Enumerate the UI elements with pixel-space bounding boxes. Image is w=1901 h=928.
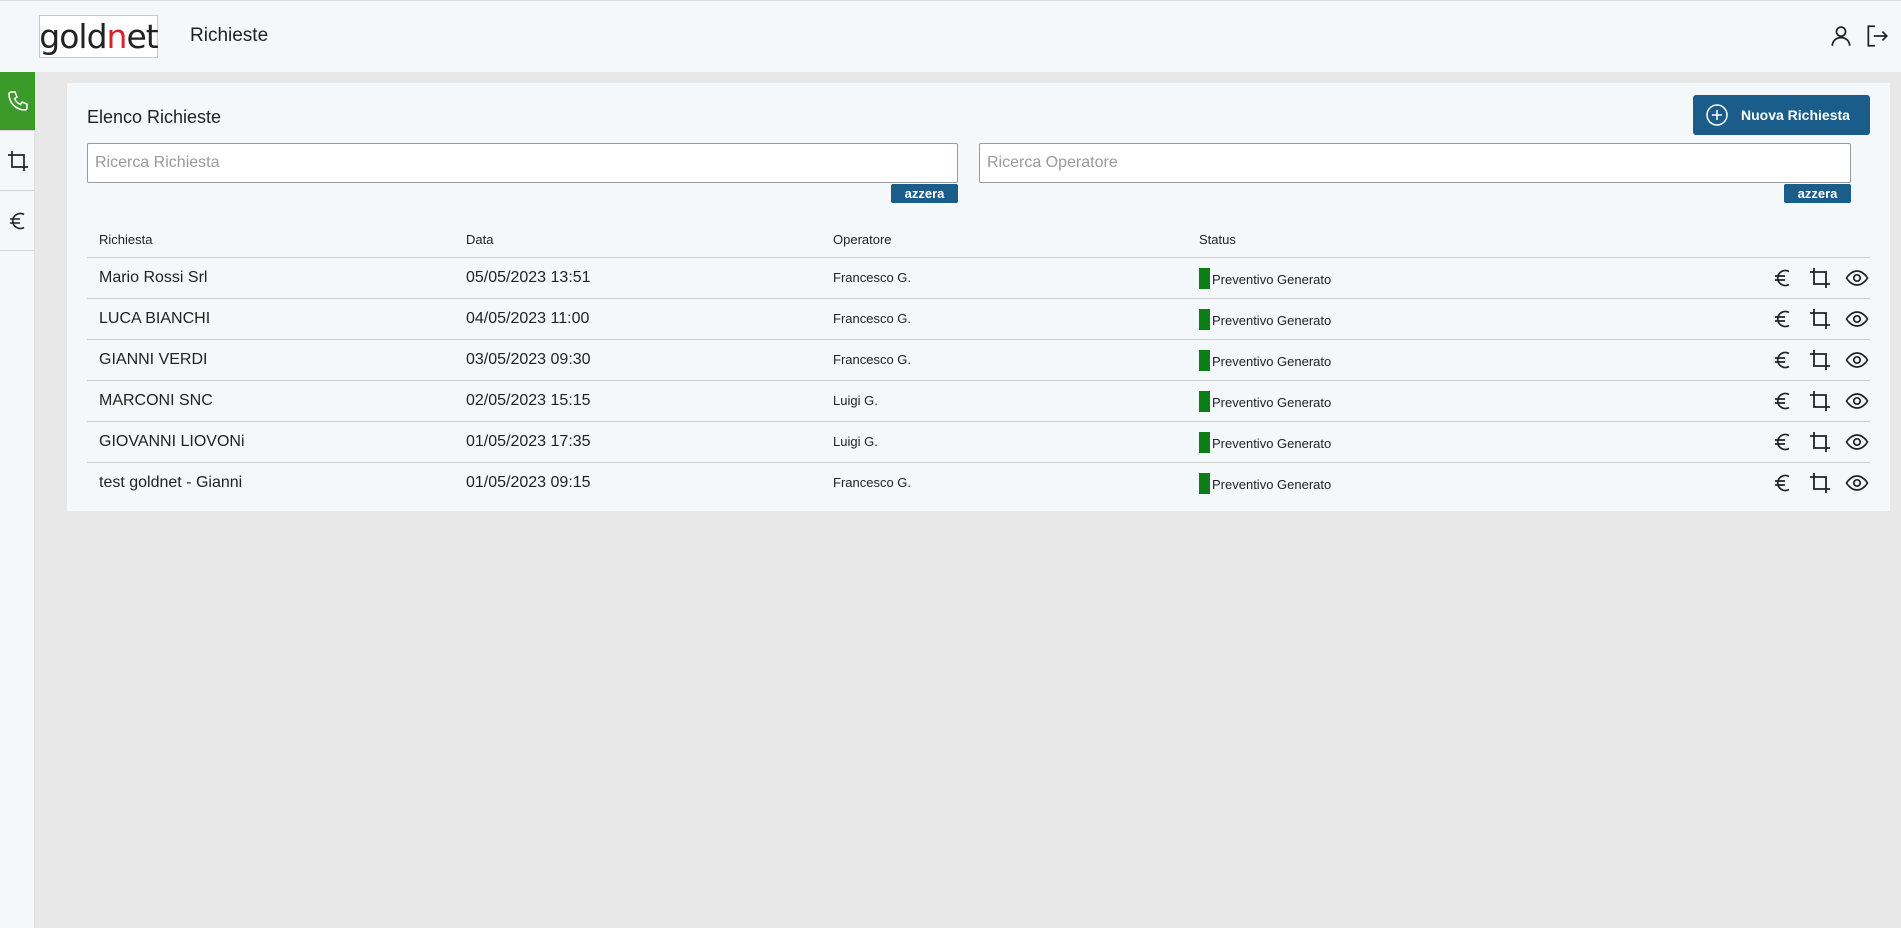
table-row-6[interactable]: test goldnet - Gianni 01/05/2023 09:15 F… [87, 463, 1870, 504]
status-indicator [1199, 391, 1210, 412]
eye-icon[interactable] [1844, 347, 1870, 373]
status-label: Preventivo Generato [1212, 271, 1332, 287]
cell-operatore: Francesco G. [833, 352, 912, 367]
row-actions [1770, 388, 1870, 414]
cell-status: Preventivo Generato [1199, 432, 1332, 455]
search-request-input[interactable] [87, 143, 958, 183]
page-title: Richieste [190, 25, 269, 46]
cell-data: 03/05/2023 09:30 [466, 351, 591, 368]
row-actions [1770, 429, 1870, 455]
sidebar-item-phone[interactable] [0, 72, 35, 131]
logo-text-end: et [126, 17, 158, 56]
column-header-richiesta[interactable]: Richiesta [99, 232, 152, 247]
crop-icon[interactable] [1807, 470, 1833, 496]
euro-icon[interactable] [1770, 306, 1796, 332]
cell-operatore: Francesco G. [833, 270, 912, 285]
cell-status: Preventivo Generato [1199, 309, 1332, 332]
status-label: Preventivo Generato [1212, 312, 1332, 328]
eye-icon[interactable] [1844, 388, 1870, 414]
logo-text: gold [39, 17, 107, 56]
row-actions [1770, 306, 1870, 332]
table-row-4[interactable]: MARCONI SNC 02/05/2023 15:15 Luigi G. Pr… [87, 381, 1870, 422]
euro-icon[interactable] [1770, 265, 1796, 291]
requests-card: Elenco Richieste Nuova Richiesta azzera … [67, 83, 1890, 511]
cell-richiesta[interactable]: LUCA BIANCHI [99, 310, 210, 328]
crop-icon[interactable] [1807, 429, 1833, 455]
eye-icon[interactable] [1844, 265, 1870, 291]
row-actions [1770, 265, 1870, 291]
sidebar [0, 72, 35, 928]
cell-status: Preventivo Generato [1199, 268, 1332, 291]
euro-icon[interactable] [1770, 347, 1796, 373]
cell-data: 04/05/2023 11:00 [466, 310, 590, 327]
row-actions [1770, 470, 1870, 496]
status-indicator [1199, 268, 1210, 289]
card-title: Elenco Richieste [87, 107, 222, 127]
status-indicator [1199, 350, 1210, 371]
status-label: Preventivo Generato [1212, 435, 1332, 451]
table-row-1[interactable]: Mario Rossi Srl 05/05/2023 13:51 Frances… [87, 258, 1870, 299]
plus-circle-icon [1706, 104, 1728, 126]
new-request-label: Nuova Richiesta [1741, 107, 1850, 123]
column-header-data[interactable]: Data [466, 232, 493, 247]
cell-data: 01/05/2023 17:35 [466, 433, 591, 450]
cell-richiesta[interactable]: test goldnet - Gianni [99, 474, 242, 492]
euro-icon[interactable] [1770, 470, 1796, 496]
table-row-2[interactable]: LUCA BIANCHI 04/05/2023 11:00 Francesco … [87, 299, 1870, 340]
cell-richiesta[interactable]: MARCONI SNC [99, 392, 213, 410]
sidebar-item-euro[interactable] [0, 192, 35, 251]
cell-operatore: Luigi G. [833, 393, 878, 408]
user-icon[interactable] [1828, 23, 1854, 49]
cell-data: 05/05/2023 13:51 [466, 269, 591, 286]
cell-operatore: Luigi G. [833, 434, 878, 449]
new-request-button[interactable]: Nuova Richiesta [1693, 95, 1870, 135]
reset-operator-search-button[interactable]: azzera [1784, 184, 1851, 203]
status-indicator [1199, 432, 1210, 453]
cell-status: Preventivo Generato [1199, 473, 1332, 496]
crop-icon[interactable] [1807, 347, 1833, 373]
eye-icon[interactable] [1844, 470, 1870, 496]
eye-icon[interactable] [1844, 306, 1870, 332]
crop-icon[interactable] [1807, 265, 1833, 291]
cell-richiesta[interactable]: GIOVANNI LIOVONi [99, 433, 245, 451]
sidebar-item-crop[interactable] [0, 132, 35, 191]
phone-icon [7, 91, 28, 111]
goldnet-logo[interactable]: gold n et [39, 15, 159, 58]
column-header-operatore[interactable]: Operatore [833, 232, 892, 247]
crop-icon[interactable] [1807, 306, 1833, 332]
status-label: Preventivo Generato [1212, 476, 1332, 492]
crop-icon[interactable] [1807, 388, 1833, 414]
eye-icon[interactable] [1844, 429, 1870, 455]
euro-icon[interactable] [1770, 429, 1796, 455]
table-header: Richiesta Data Operatore Status [87, 217, 1870, 258]
cell-operatore: Francesco G. [833, 475, 912, 490]
reset-request-search-button[interactable]: azzera [891, 184, 958, 203]
status-indicator [1199, 473, 1210, 494]
logo-text-accent: n [106, 17, 128, 56]
cell-operatore: Francesco G. [833, 311, 912, 326]
top-bar: gold n et Richieste [0, 0, 1901, 72]
row-actions [1770, 347, 1870, 373]
column-header-status[interactable]: Status [1199, 232, 1236, 247]
cell-status: Preventivo Generato [1199, 391, 1332, 414]
euro-icon[interactable] [1770, 388, 1796, 414]
crop-icon [7, 151, 28, 171]
euro-icon [9, 212, 24, 230]
table-row-5[interactable]: GIOVANNI LIOVONi 01/05/2023 17:35 Luigi … [87, 422, 1870, 463]
cell-data: 02/05/2023 15:15 [466, 392, 591, 409]
cell-richiesta[interactable]: Mario Rossi Srl [99, 269, 207, 287]
cell-status: Preventivo Generato [1199, 350, 1332, 373]
status-label: Preventivo Generato [1212, 394, 1332, 410]
status-indicator [1199, 309, 1210, 330]
cell-data: 01/05/2023 09:15 [466, 474, 591, 491]
status-label: Preventivo Generato [1212, 353, 1332, 369]
cell-richiesta[interactable]: GIANNI VERDI [99, 351, 207, 369]
logout-icon[interactable] [1864, 23, 1890, 49]
search-operator-input[interactable] [979, 143, 1851, 183]
table-row-3[interactable]: GIANNI VERDI 03/05/2023 09:30 Francesco … [87, 340, 1870, 381]
requests-table: Richiesta Data Operatore Status Mario Ro… [87, 217, 1870, 504]
